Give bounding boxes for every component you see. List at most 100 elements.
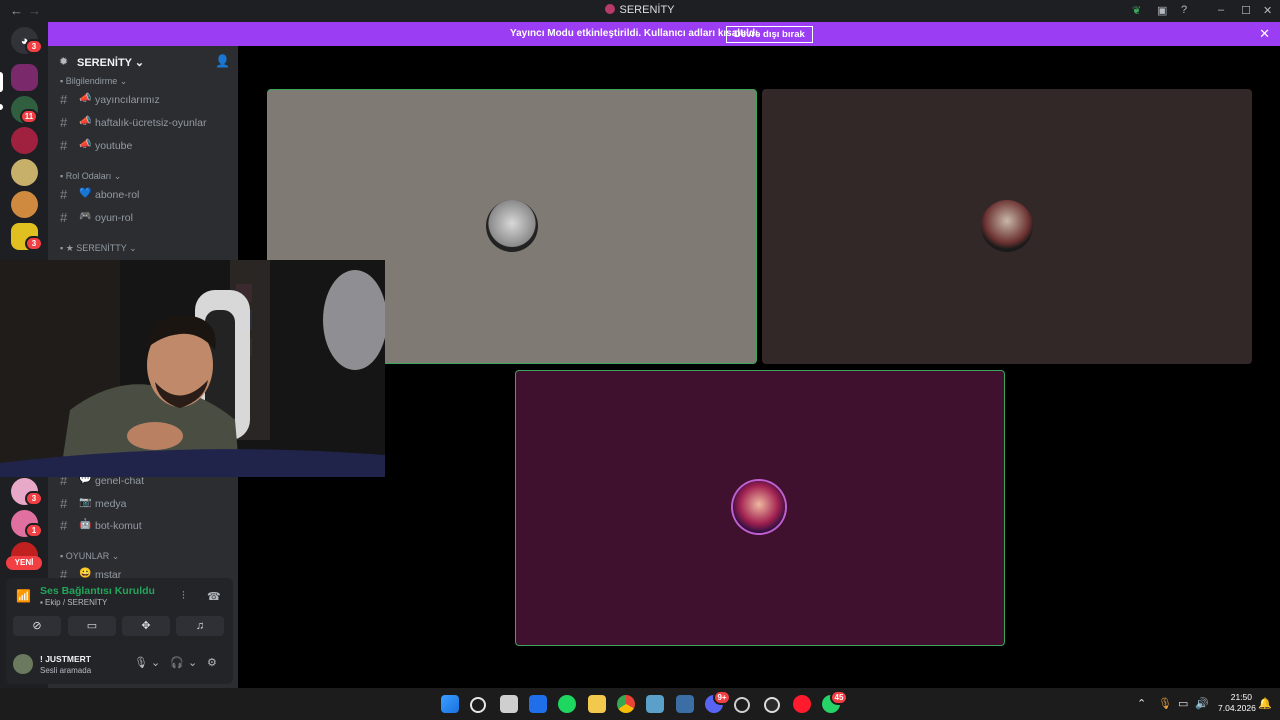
spotify-icon[interactable] bbox=[558, 695, 576, 713]
search-icon[interactable] bbox=[470, 697, 486, 713]
chrome-icon[interactable] bbox=[617, 695, 635, 713]
new-servers-pill[interactable]: YENİ bbox=[6, 556, 42, 570]
gear-icon[interactable]: ⚙ bbox=[207, 656, 217, 669]
taskbar: 9+ 45 ⌃ 🎙 ▭ 🔊 21:50 7.04.2026 🔔 bbox=[0, 688, 1280, 720]
activities-button[interactable]: ✥ bbox=[122, 616, 170, 636]
server-header[interactable]: ✹ SERENİTY ⌄ 👤 bbox=[48, 46, 238, 76]
channel-oyun-rol[interactable]: # 🎮 oyun-rol bbox=[58, 209, 228, 227]
selected-indicator bbox=[0, 72, 3, 92]
network-icon[interactable]: ▭ bbox=[1178, 697, 1188, 710]
close-icon[interactable]: ✕ bbox=[1259, 26, 1270, 42]
megaphone-icon: 📣 bbox=[79, 139, 92, 150]
unread-indicator bbox=[0, 104, 3, 110]
disconnect-icon[interactable]: ☎ bbox=[207, 590, 221, 603]
channel-medya[interactable]: # 📷 medya bbox=[58, 495, 228, 513]
chevron-down-icon[interactable]: ⌄ bbox=[188, 656, 197, 669]
camera-icon: 📷 bbox=[79, 497, 92, 508]
avatar bbox=[733, 481, 785, 533]
channel-label: medya bbox=[95, 498, 127, 510]
windows-start-icon[interactable] bbox=[441, 695, 459, 713]
obs-icon[interactable] bbox=[764, 697, 780, 713]
channel-abone-rol[interactable]: # 💙 abone-rol bbox=[58, 186, 228, 204]
screen-share-button[interactable]: ▭ bbox=[68, 616, 116, 636]
server-badge: 11 bbox=[20, 109, 38, 124]
home-badge: 3 bbox=[25, 39, 43, 54]
clock-time: 21:50 bbox=[1230, 692, 1252, 702]
channel-label: haftalık-ücretsiz-oyunlar bbox=[95, 117, 207, 129]
noise-suppression-icon[interactable]: ⫶ bbox=[182, 590, 185, 603]
disable-streamer-mode-button[interactable]: Devre dışı bırak bbox=[726, 26, 813, 43]
chevron-up-icon[interactable]: ⌃ bbox=[1137, 697, 1146, 710]
channel-label: yayıncılarımız bbox=[95, 94, 160, 106]
microphone-icon[interactable]: 🎙 bbox=[134, 656, 148, 669]
hash-icon: # bbox=[60, 496, 68, 511]
server-name-text: SERENİTY bbox=[77, 57, 132, 69]
user-status: Sesli aramada bbox=[40, 666, 92, 675]
channel-youtube[interactable]: # 📣 youtube bbox=[58, 137, 228, 155]
opera-icon[interactable] bbox=[793, 695, 811, 713]
headphones-icon[interactable]: 🎧 bbox=[170, 656, 184, 669]
webcam-feed bbox=[0, 260, 385, 477]
heart-icon: 💙 bbox=[79, 188, 92, 199]
store-icon[interactable] bbox=[529, 695, 547, 713]
notifications-icon[interactable]: 🔔 bbox=[1258, 697, 1272, 710]
avatar[interactable] bbox=[13, 654, 33, 674]
server-badge: 3 bbox=[25, 491, 43, 506]
category-rol-odalari[interactable]: ▪ Rol Odaları ⌄ bbox=[60, 171, 121, 182]
channel-haftalik[interactable]: # 📣 haftalık-ücretsiz-oyunlar bbox=[58, 114, 228, 132]
microphone-icon[interactable]: 🎙 bbox=[1158, 697, 1172, 710]
server-icon[interactable] bbox=[11, 159, 38, 186]
signal-icon[interactable]: 📶 bbox=[16, 589, 31, 603]
camera-off-button[interactable]: ⊘ bbox=[13, 616, 61, 636]
server-serenity-icon[interactable] bbox=[11, 64, 38, 91]
voice-channel[interactable]: ▪ Ekip / SERENİTY bbox=[40, 598, 107, 607]
server-icon[interactable] bbox=[11, 191, 38, 218]
app-icon[interactable] bbox=[734, 697, 750, 713]
minimize-icon[interactable]: – bbox=[1218, 4, 1224, 16]
help-icon[interactable]: ? bbox=[1181, 4, 1187, 16]
server-badge: 3 bbox=[25, 236, 43, 251]
channel-label: youtube bbox=[95, 140, 133, 152]
file-explorer-icon[interactable] bbox=[588, 695, 606, 713]
hash-icon: # bbox=[60, 115, 68, 130]
task-view-icon[interactable] bbox=[500, 695, 518, 713]
voice-status[interactable]: Ses Bağlantısı Kuruldu bbox=[40, 585, 155, 597]
close-window-icon[interactable]: ✕ bbox=[1263, 4, 1272, 17]
hash-icon: # bbox=[60, 187, 68, 202]
hash-icon: # bbox=[60, 210, 68, 225]
clock-date: 7.04.2026 bbox=[1218, 703, 1256, 713]
channel-yayincilarimiz[interactable]: # 📣 yayıncılarımız bbox=[58, 91, 228, 109]
discord-badge: 9+ bbox=[713, 690, 731, 705]
nitro-leaf-icon[interactable]: ❦ bbox=[1132, 4, 1141, 17]
app-icon[interactable] bbox=[676, 695, 694, 713]
soundboard-button[interactable]: ♫ bbox=[176, 616, 224, 636]
invite-people-icon[interactable]: 👤 bbox=[215, 54, 230, 68]
channel-label: abone-rol bbox=[95, 189, 140, 201]
server-icon[interactable] bbox=[11, 127, 38, 154]
hash-icon: # bbox=[60, 138, 68, 153]
channel-label: oyun-rol bbox=[95, 212, 133, 224]
voice-tile-2[interactable] bbox=[762, 89, 1252, 364]
category-oyunlar[interactable]: ▪ OYUNLAR ⌄ bbox=[60, 551, 119, 562]
volume-icon[interactable]: 🔊 bbox=[1195, 697, 1209, 710]
server-badge: 1 bbox=[25, 523, 43, 538]
maximize-icon[interactable]: ☐ bbox=[1241, 4, 1251, 17]
username[interactable]: ! JUSTMERT bbox=[40, 654, 91, 664]
app-icon[interactable] bbox=[646, 695, 664, 713]
avatar bbox=[486, 200, 538, 252]
server-name: SERENİTY ⌄ bbox=[77, 57, 145, 69]
window-title: SERENİTY bbox=[0, 4, 1280, 16]
hash-icon: # bbox=[60, 92, 68, 107]
chevron-down-icon[interactable]: ⌄ bbox=[151, 656, 160, 669]
inbox-icon[interactable]: ▣ bbox=[1157, 4, 1167, 17]
clock[interactable]: 21:50 7.04.2026 bbox=[1218, 692, 1256, 714]
robot-icon: 🤖 bbox=[79, 519, 92, 530]
voice-panel: 📶 Ses Bağlantısı Kuruldu ▪ Ekip / SERENİ… bbox=[6, 578, 233, 684]
category-bilgilendirme[interactable]: ▪ Bilgilendirme ⌄ bbox=[60, 76, 127, 87]
channel-bot-komut[interactable]: # 🤖 bot-komut bbox=[58, 517, 228, 535]
title-bar: ← → SERENİTY ❦ ▣ ? – ☐ ✕ bbox=[0, 0, 1280, 22]
server-verified-icon: ✹ bbox=[59, 56, 69, 68]
voice-tile-3[interactable] bbox=[515, 370, 1005, 646]
streamer-mode-banner: Yayıncı Modu etkinleştirildi. Kullanıcı … bbox=[48, 22, 1280, 46]
category-serenitty[interactable]: ▪ ★ SERENİTTY ⌄ bbox=[60, 243, 137, 254]
